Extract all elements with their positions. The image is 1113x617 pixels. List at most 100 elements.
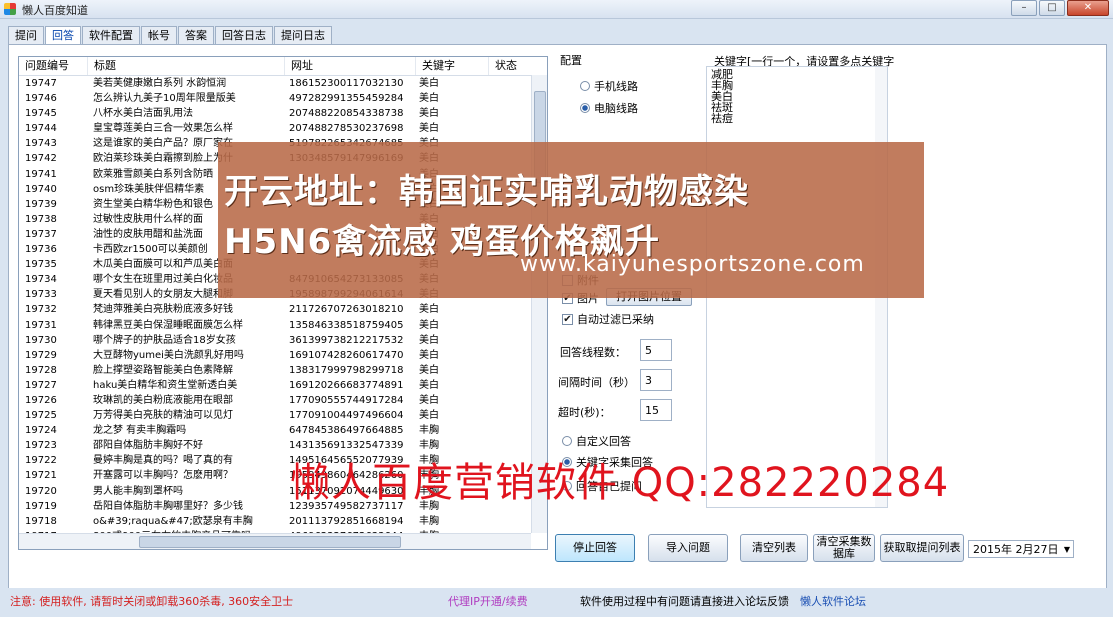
table-row[interactable]: 19732 梵迪萍雅美白亮肤粉底液多好钱 211726707263018210 美白 [19,302,531,317]
ad-url[interactable]: www.kaiyunesportszone.com [520,252,865,277]
date-picker[interactable]: 2015年 2月27日 ▼ [968,540,1074,558]
check-icon: ✔ [562,313,573,325]
tab-ask-log[interactable]: 提问日志 [274,26,332,44]
radio-selected-icon [580,103,590,113]
tab-software-config[interactable]: 软件配置 [82,26,140,44]
radio-icon [580,81,590,91]
table-cell: 19728 [25,364,57,376]
get-question-list-button[interactable]: 获取取提问列表 [880,534,964,562]
list-header: 问题编号 标题 网址 关键字 状态 [19,57,547,76]
table-cell: 19720 [25,485,57,497]
maximize-button[interactable]: □ [1039,0,1065,16]
table-cell: 哪个牌子的护肤品适合18岁女孩 [93,334,236,346]
radio-icon [562,436,572,446]
feedback-text: 软件使用过程中有问题请直接进入论坛反馈 [580,595,789,608]
table-cell: 19724 [25,425,57,437]
clear-list-button[interactable]: 清空列表 [740,534,808,562]
table-cell: 19738 [25,213,57,225]
table-cell: 19739 [25,198,57,210]
watermark-text: 懒人百度营销软件 QQ:282220284 [290,460,950,506]
table-cell: 19733 [25,289,57,301]
threads-input[interactable]: 5 [640,339,672,361]
import-questions-button[interactable]: 导入问题 [648,534,728,562]
table-cell: 201113792851668194 [289,515,404,527]
table-cell: 美白 [419,349,439,361]
table-row[interactable]: 19746 怎么辨认九美子10周年限量版美 497282991355459284 美白 [19,91,531,106]
proxy-link[interactable]: 代理IP开通/续费 [448,593,528,609]
auto-filter-checkbox[interactable]: ✔ 自动过滤已采纳 [562,311,654,327]
col-title[interactable]: 标题 [88,57,285,75]
table-row[interactable]: 19745 八杯水美白洁面乳用法 207488220854338738 美白 [19,106,531,121]
scroll-thumb[interactable] [139,536,401,548]
stop-answer-button[interactable]: 停止回答 [555,534,635,562]
col-keyword[interactable]: 关键字 [416,57,489,75]
tab-answer-log[interactable]: 回答日志 [215,26,273,44]
table-cell: 男人能丰胸到罩杯吗 [93,485,183,497]
table-cell: 211726707263018210 [289,304,404,316]
table-cell: 脸上撑塑姿路智能美白色素降解 [93,364,233,376]
pc-route-radio[interactable]: 电脑线路 [580,100,638,116]
tab-bar: 提问 回答 软件配置 帐号 答案 回答日志 提问日志 [8,26,333,45]
table-row[interactable]: 19724 龙之梦 有卖丰胸霜吗 647845386497664885 丰胸 [19,423,531,438]
table-cell: 美白 [419,410,439,422]
horizontal-scrollbar[interactable] [19,533,531,549]
table-cell: 万芳得美白亮肤的精油可以见灯 [93,410,233,422]
table-cell: 19722 [25,455,57,467]
table-row[interactable]: 19726 玫琳凯的美白粉底液能用在眼部 177090555744917284 美白 [19,393,531,408]
ad-banner[interactable]: 开云地址：韩国证实哺乳动物感染 H5N6禽流感 鸡蛋价格飙升 www.kaiyu… [218,142,924,298]
table-cell: 玫琳凯的美白粉底液能用在眼部 [93,394,233,406]
table-cell: 135846338518759405 [289,319,404,331]
tab-ask[interactable]: 提问 [8,26,44,44]
table-row[interactable]: 19747 美若芙健康嫩白系列 水韵恒润 186152300117032130 美白 [19,76,531,91]
table-row[interactable]: 19729 大豆酵物yumei美白洗颜乳好用吗 169107428260617470… [19,348,531,363]
table-row[interactable]: 19718 o&#39;raqua&#47;欧瑟泉有丰胸 2011137928516… [19,514,531,529]
ad-headline-1: 开云地址：韩国证实哺乳动物感染 [224,172,749,212]
tab-answers[interactable]: 答案 [178,26,214,44]
clear-database-button[interactable]: 清空采集数 据库 [813,534,875,562]
table-cell: 龙之梦 有卖丰胸霜吗 [93,425,187,437]
chevron-down-icon[interactable]: ▼ [1064,541,1070,559]
table-row[interactable]: 19730 哪个牌子的护肤品适合18岁女孩 361399738212217532 美白 [19,333,531,348]
tab-answer[interactable]: 回答 [45,26,81,45]
table-row[interactable]: 19727 haku美白精华和资生堂新透白美 169120266683774891 美… [19,378,531,393]
table-row[interactable]: 19728 脸上撑塑姿路智能美白色素降解 138317999798299718 美白 [19,363,531,378]
tab-account[interactable]: 帐号 [141,26,177,44]
table-cell: 岳阳自体脂肪丰胸哪里好？多少钱 [93,500,243,512]
table-cell: 怎么辨认九美子10周年限量版美 [93,93,236,105]
table-row[interactable]: 19725 万芳得美白亮肤的精油可以见灯 177091004497496604 美白 [19,408,531,423]
interval-input[interactable]: 3 [640,369,672,391]
table-cell: 497282991355459284 [289,93,404,105]
table-cell: 梵迪萍雅美白亮肤粉底液多好钱 [93,304,233,316]
table-cell: 177091004497496604 [289,410,404,422]
table-cell: 19718 [25,515,57,527]
table-cell: 19731 [25,319,57,331]
threads-label: 回答线程数： [560,346,626,359]
table-cell: 19747 [25,78,57,89]
table-cell: 19736 [25,244,57,256]
table-cell: 19737 [25,228,57,240]
table-row[interactable]: 19731 韩律黑豆美白保湿睡眠面膜怎么样 135846338518759405 美白 [19,318,531,333]
table-cell: 丰胸 [419,425,439,437]
table-cell: 曼婷丰胸是真的吗？喝了真的有 [93,455,233,467]
table-cell: 207488220854338738 [289,108,404,120]
close-button[interactable]: ✕ [1067,0,1109,16]
minimize-button[interactable]: – [1011,0,1037,16]
timeout-input[interactable]: 15 [640,399,672,421]
custom-answer-radio[interactable]: 自定义回答 [562,433,631,449]
col-status[interactable]: 状态 [489,57,547,75]
window-title: 懒人百度知道 [22,4,88,17]
col-url[interactable]: 网址 [285,57,416,75]
status-bar: 注意: 使用软件, 请暂时关闭或卸载360杀毒, 360安全卫士 代理IP开通/… [0,588,1113,617]
mobile-route-radio[interactable]: 手机线路 [580,78,638,94]
forum-link[interactable]: 懒人软件论坛 [800,593,866,609]
table-cell: 19743 [25,138,57,150]
col-question-id[interactable]: 问题编号 [19,57,88,75]
notice-text: 注意: 使用软件, 请暂时关闭或卸载360杀毒, 360安全卫士 [10,595,294,608]
table-cell: 开塞露可以丰胸吗？怎麽用啊？ [93,470,233,482]
table-cell: 美白 [419,319,439,331]
table-cell: 19744 [25,123,57,135]
table-cell: 207488278530237698 [289,123,404,135]
table-cell: 169107428260617470 [289,349,404,361]
table-cell: 19732 [25,304,57,316]
table-row[interactable]: 19744 皇宝尊莲美白三合一效果怎么样 207488278530237698 美白 [19,121,531,136]
